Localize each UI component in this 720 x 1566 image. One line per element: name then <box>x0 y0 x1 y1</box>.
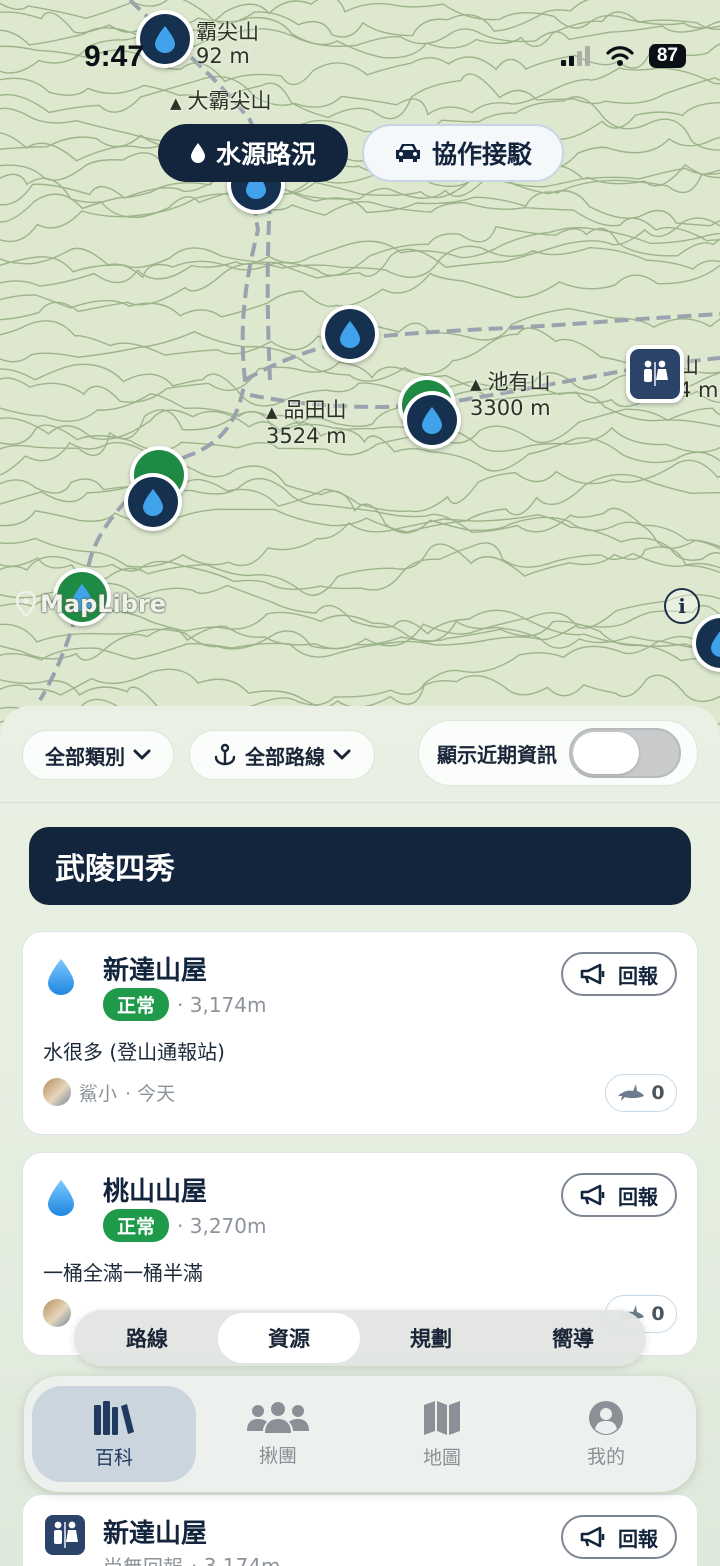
map-info-button[interactable]: i <box>664 588 700 624</box>
peak-label: ▲ 品田山 3524 m <box>266 398 347 448</box>
toilet-icon <box>644 360 668 386</box>
report-button[interactable]: 回報 <box>561 1515 677 1559</box>
resource-segment-control: 路線 資源 規劃 嚮導 <box>74 1310 646 1366</box>
peak-label: 霸尖山 92 m <box>196 20 259 68</box>
resource-card[interactable]: 新達山屋 尚無回報 · 3,174m 回報 <box>22 1494 698 1566</box>
report-time: · 今天 <box>125 1082 176 1105</box>
water-source-pin[interactable] <box>321 305 379 363</box>
resource-name: 新達山屋 <box>103 956 208 986</box>
car-icon <box>395 144 420 162</box>
water-source-pin[interactable] <box>136 10 194 68</box>
reporter-info: 鯊小 · 今天 <box>43 1078 175 1106</box>
books-icon <box>94 1400 134 1435</box>
battery-indicator: 87 <box>648 44 686 68</box>
profile-icon <box>589 1400 623 1435</box>
group-icon <box>247 1401 309 1433</box>
avatar <box>43 1078 71 1106</box>
switch-knob <box>573 732 639 774</box>
resource-note: 一桶全滿一桶半滿 <box>43 1261 203 1285</box>
megaphone-icon <box>580 1184 605 1206</box>
peak-label: ▲ 大霸尖山 <box>170 89 272 113</box>
map-view[interactable]: 霸尖山 92 m ▲ 大霸尖山 ▲ 品田山 3524 m ▲ 池有山 3300 m 山… <box>0 0 720 740</box>
toilet-icon <box>45 1515 85 1559</box>
recent-info-switch[interactable] <box>569 728 681 778</box>
peak-label: ▲ 池有山 3300 m <box>470 370 551 420</box>
segment-guides[interactable]: 嚮導 <box>502 1313 644 1363</box>
megaphone-icon <box>580 1526 605 1548</box>
status-text: 尚無回報 <box>103 1551 183 1566</box>
status-time: 9:47 <box>84 40 145 73</box>
tab-shuttle-collab[interactable]: 協作接駁 <box>362 124 564 182</box>
water-drop-icon <box>422 407 442 434</box>
filter-bar: 全部類別 全部路線 顯示近期資訊 <box>0 720 720 800</box>
tab-encyclopedia[interactable]: 百科 <box>32 1386 196 1482</box>
report-button[interactable]: 回報 <box>561 952 677 996</box>
reporter-name: 鯊小 <box>79 1082 118 1105</box>
toilet-pin[interactable] <box>626 345 684 403</box>
avatar <box>43 1299 71 1327</box>
resource-meta: 正常 · 3,174m <box>103 988 266 1021</box>
water-source-pin[interactable] <box>124 473 182 531</box>
status-badge: 正常 <box>103 1209 170 1242</box>
resource-name: 新達山屋 <box>103 1519 208 1549</box>
elevation: · 3,174m <box>177 992 267 1017</box>
route-filter-dropdown[interactable]: 全部路線 <box>189 730 375 780</box>
tab-water-status[interactable]: 水源路況 <box>158 124 348 182</box>
map-pin-icon <box>16 591 36 617</box>
water-drop-icon <box>155 26 175 53</box>
route-anchor-icon <box>214 743 236 766</box>
shark-like-button[interactable]: 0 <box>605 1074 677 1112</box>
tab-map[interactable]: 地圖 <box>360 1386 524 1482</box>
water-drop-icon <box>47 958 75 1000</box>
water-drop-icon <box>47 1179 75 1221</box>
section-title: 武陵四秀 <box>29 827 691 905</box>
resource-note: 水很多 (登山通報站) <box>43 1040 225 1064</box>
resource-card[interactable]: 新達山屋 正常 · 3,174m 回報 水很多 (登山通報站) 鯊小 · 今天 … <box>22 931 698 1135</box>
elevation: · 3,174m <box>191 1553 281 1566</box>
category-filter-dropdown[interactable]: 全部類別 <box>22 730 174 780</box>
status-indicators: 87 <box>560 44 686 68</box>
recent-info-label: 顯示近期資訊 <box>437 742 557 767</box>
water-source-pin[interactable] <box>403 391 461 449</box>
water-drop-icon <box>190 143 205 163</box>
resource-meta: 正常 · 3,270m <box>103 1209 266 1242</box>
cellular-signal-icon <box>560 46 590 66</box>
divider <box>0 802 720 803</box>
wifi-icon <box>606 46 634 66</box>
maplibre-attribution[interactable]: MapLibre <box>16 590 166 618</box>
resource-name: 桃山山屋 <box>103 1177 208 1207</box>
water-drop-icon <box>711 631 720 657</box>
tab-profile[interactable]: 我的 <box>524 1386 688 1482</box>
bottom-tab-bar: 百科 揪團 地圖 我的 <box>24 1376 696 1492</box>
reporter-info <box>43 1299 71 1327</box>
status-badge: 正常 <box>103 988 170 1021</box>
water-drop-icon <box>340 321 360 348</box>
chevron-down-icon <box>333 749 351 760</box>
segment-routes[interactable]: 路線 <box>76 1313 218 1363</box>
elevation: · 3,270m <box>177 1213 267 1238</box>
segment-planning[interactable]: 規劃 <box>360 1313 502 1363</box>
megaphone-icon <box>580 963 605 985</box>
water-drop-icon <box>143 489 163 516</box>
resource-meta: 尚無回報 · 3,174m <box>103 1551 280 1566</box>
segment-resources[interactable]: 資源 <box>218 1313 360 1363</box>
shark-icon <box>618 1084 645 1101</box>
map-icon <box>424 1400 460 1435</box>
peak-label: 山 4 m <box>678 354 719 402</box>
report-button[interactable]: 回報 <box>561 1173 677 1217</box>
recent-info-toggle-row: 顯示近期資訊 <box>418 720 698 786</box>
chevron-down-icon <box>133 749 151 760</box>
topographic-contours <box>0 0 720 740</box>
tab-group[interactable]: 揪團 <box>196 1386 360 1482</box>
info-icon: i <box>678 594 686 618</box>
